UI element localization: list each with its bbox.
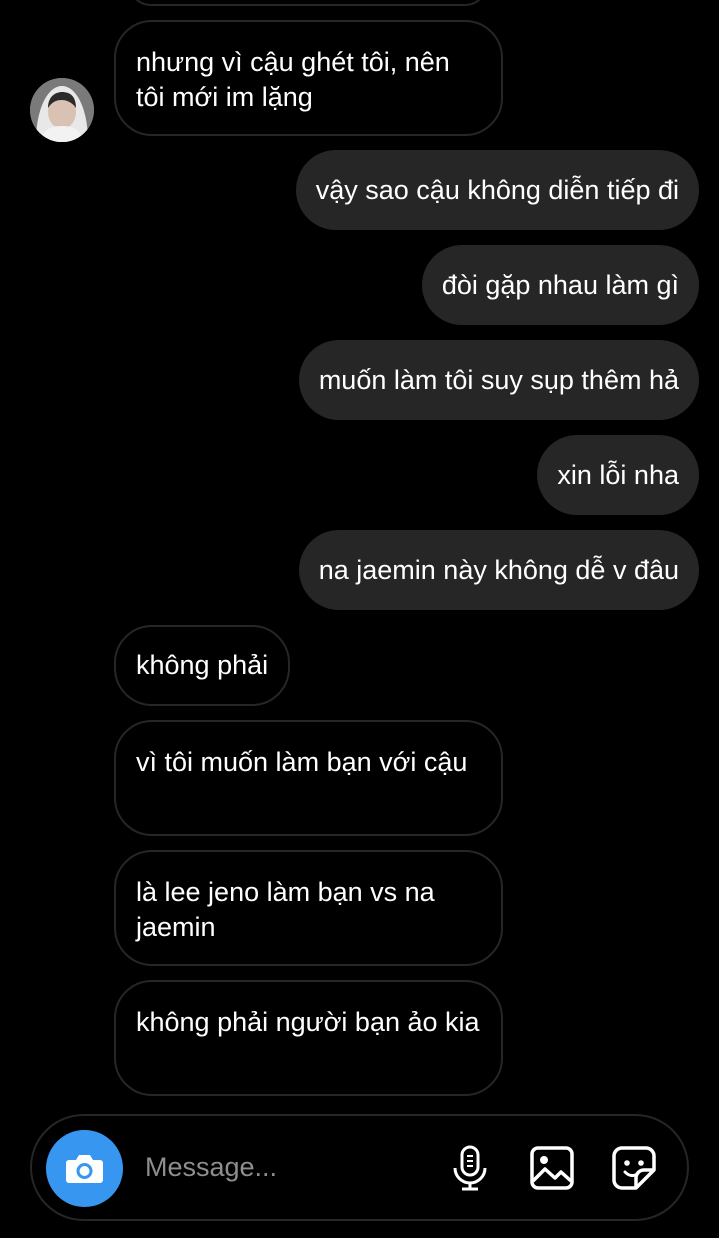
partial-message-bubble xyxy=(128,0,488,6)
image-gallery-icon[interactable] xyxy=(528,1144,576,1192)
outgoing-message-bubble[interactable]: na jaemin này không dễ v đâu xyxy=(298,530,699,610)
message-text: đòi gặp nhau làm gì xyxy=(441,270,679,300)
message-text: xin lỗi nha xyxy=(557,460,679,490)
camera-button[interactable] xyxy=(46,1130,123,1207)
camera-icon xyxy=(66,1155,103,1183)
message-text: không phải người bạn ảo kia xyxy=(136,1007,480,1037)
sticker-icon[interactable] xyxy=(610,1144,658,1192)
outgoing-message-bubble[interactable]: xin lỗi nha xyxy=(537,435,699,515)
incoming-message-bubble[interactable]: nhưng vì cậu ghét tôi, nên tôi mới im lặ… xyxy=(114,20,503,136)
outgoing-message-bubble[interactable]: vậy sao cậu không diễn tiếp đi xyxy=(295,150,699,230)
message-text: là lee jeno làm bạn vs na jaemin xyxy=(136,877,435,942)
message-text: muốn làm tôi suy sụp thêm hả xyxy=(318,365,679,395)
avatar-image xyxy=(30,78,94,142)
message-text: vậy sao cậu không diễn tiếp đi xyxy=(315,175,679,205)
message-text: vì tôi muốn làm bạn với cậu xyxy=(136,747,468,777)
message-composer: Message... xyxy=(30,1114,689,1221)
message-text: na jaemin này không dễ v đâu xyxy=(318,555,679,585)
incoming-message-bubble[interactable]: không phải xyxy=(114,625,291,706)
outgoing-message-bubble[interactable]: muốn làm tôi suy sụp thêm hả xyxy=(298,340,699,420)
sender-avatar[interactable] xyxy=(30,78,94,142)
incoming-message-bubble[interactable]: không phải người bạn ảo kia xyxy=(114,980,503,1096)
microphone-icon[interactable] xyxy=(446,1144,494,1192)
incoming-message-bubble[interactable]: là lee jeno làm bạn vs na jaemin xyxy=(114,850,503,966)
incoming-message-bubble[interactable]: vì tôi muốn làm bạn với cậu xyxy=(114,720,503,836)
message-text: không phải xyxy=(136,650,269,680)
message-input[interactable]: Message... xyxy=(145,1149,277,1185)
outgoing-message-bubble[interactable]: đòi gặp nhau làm gì xyxy=(421,245,699,325)
message-text: nhưng vì cậu ghét tôi, nên tôi mới im lặ… xyxy=(136,47,450,112)
